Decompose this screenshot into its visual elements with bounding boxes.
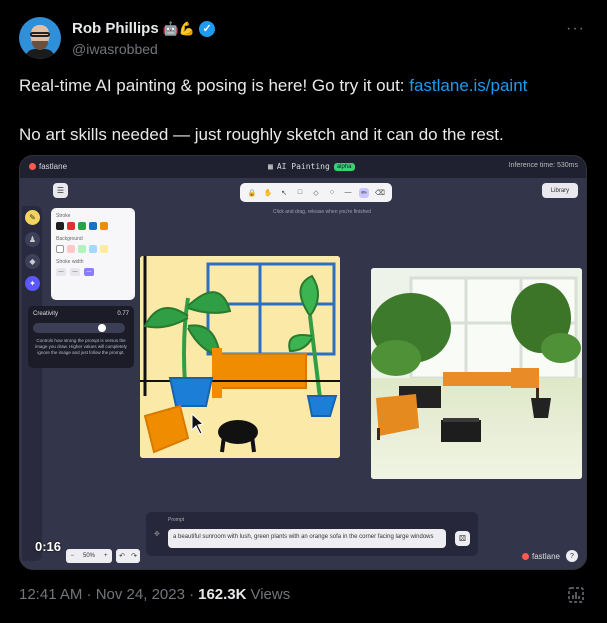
background-swatch[interactable] <box>67 245 75 253</box>
stroke-width-thick[interactable]: — <box>84 268 94 276</box>
stroke-swatch[interactable] <box>67 222 75 230</box>
creativity-slider[interactable] <box>33 323 125 333</box>
sketch-canvas[interactable] <box>140 256 340 458</box>
author-name-row: Rob Phillips 🤖💪 ✓ <box>72 20 216 37</box>
app-title: ▦ AI Painting alpha <box>268 162 355 171</box>
circle-icon[interactable]: ○ <box>327 188 337 198</box>
prompt-label: Prompt <box>168 517 185 523</box>
inference-time: Inference time: 530ms <box>508 162 578 169</box>
tweet-text-line1: Real-time AI painting & posing is here! … <box>19 76 527 96</box>
history-controls: ↶ ↷ <box>116 549 140 563</box>
background-swatch[interactable] <box>78 245 86 253</box>
creativity-slider-knob[interactable] <box>97 324 106 332</box>
zoom-in-button[interactable]: + <box>104 553 108 559</box>
brand-label: fastlane <box>531 552 560 561</box>
pose-tool-icon[interactable]: ♟ <box>25 232 40 247</box>
diamond-icon[interactable]: ◇ <box>311 188 321 198</box>
side-toolbar: ✎ ♟ ◆ ✦ <box>22 206 42 561</box>
tweet-footer: 12:41 AM · Nov 24, 2023 · 162.3K Views <box>19 586 290 603</box>
alpha-badge: alpha <box>333 162 355 171</box>
zoom-level: 50% <box>82 553 95 559</box>
drag-handle-icon[interactable]: ✥ <box>154 530 160 538</box>
more-options-icon[interactable]: ··· <box>566 20 585 38</box>
background-label: Background <box>56 236 83 242</box>
background-swatch[interactable] <box>56 245 64 253</box>
views-count: 162.3K <box>198 586 247 603</box>
brand-logo-icon <box>521 553 529 560</box>
analytics-icon[interactable] <box>567 586 585 604</box>
verified-badge-icon[interactable]: ✓ <box>199 20 216 37</box>
redo-icon[interactable]: ↷ <box>131 552 137 560</box>
logo-icon <box>29 163 36 170</box>
creativity-description: Controls how strong the prompt is versus… <box>35 338 127 355</box>
stroke-swatch[interactable] <box>89 222 97 230</box>
hand-icon[interactable]: ✋ <box>263 188 273 198</box>
zoom-controls: − 50% + <box>66 549 112 563</box>
sparkle-tool-icon[interactable]: ✦ <box>25 276 40 291</box>
library-button[interactable]: Library <box>542 183 578 198</box>
views-label: Views <box>250 586 291 603</box>
creativity-value: 0.77 <box>117 311 129 317</box>
avatar[interactable] <box>19 17 61 59</box>
app-title-text: AI Painting <box>276 162 330 171</box>
brush-tool-icon[interactable]: ✎ <box>25 210 40 225</box>
stroke-swatch[interactable] <box>78 222 86 230</box>
stroke-width-options: — — — <box>56 268 130 276</box>
author-emoji: 🤖💪 <box>162 20 196 36</box>
author-handle[interactable]: @iwasrobbed <box>72 41 158 57</box>
prompt-bar: Prompt ✥ a beautiful sunroom with lush, … <box>146 512 478 556</box>
tweet-text: Real-time AI painting & posing is here! … <box>19 76 410 95</box>
stroke-panel: Stroke Background Stroke width — — — <box>51 208 135 300</box>
background-swatch[interactable] <box>89 245 97 253</box>
fill-tool-icon[interactable]: ◆ <box>25 254 40 269</box>
draw-toolbar: 🔒 ✋ ↖ □ ◇ ○ — ✏ ⌫ <box>240 183 392 202</box>
rectangle-icon[interactable]: □ <box>295 188 305 198</box>
pencil-icon[interactable]: ✏ <box>359 187 369 198</box>
creativity-label: Creativity <box>33 311 59 317</box>
randomize-dice-icon[interactable]: ⚄ <box>455 531 470 546</box>
line-icon[interactable]: — <box>343 188 353 198</box>
stroke-swatch[interactable] <box>56 222 64 230</box>
help-button[interactable]: ? <box>566 550 578 562</box>
undo-icon[interactable]: ↶ <box>119 552 125 560</box>
app-header: fastlane ▦ AI Painting alpha Inference t… <box>20 156 586 178</box>
select-icon[interactable]: ↖ <box>279 188 289 198</box>
author-display-name[interactable]: Rob Phillips <box>72 20 159 37</box>
stroke-width-medium[interactable]: — <box>70 268 80 276</box>
generated-image <box>371 268 582 479</box>
background-swatches <box>56 245 130 253</box>
stroke-swatches <box>56 222 130 230</box>
canvas-hint: Click and drag, release when you're fini… <box>273 209 371 215</box>
menu-button[interactable]: ☰ <box>53 183 68 198</box>
stroke-swatch[interactable] <box>100 222 108 230</box>
tweet-link[interactable]: fastlane.is/paint <box>409 76 527 95</box>
palette-icon: ▦ <box>268 162 273 171</box>
video-timestamp: 0:16 <box>35 539 62 554</box>
stroke-width-label: Stroke width <box>56 259 84 265</box>
eraser-icon[interactable]: ⌫ <box>375 188 385 198</box>
tweet-text-line2: No art skills needed — just roughly sket… <box>19 125 504 144</box>
zoom-out-button[interactable]: − <box>70 553 74 559</box>
sketch-drawing <box>140 256 340 458</box>
app-logo: fastlane <box>29 162 67 171</box>
tweet-video[interactable]: fastlane ▦ AI Painting alpha Inference t… <box>19 155 587 570</box>
brand-footer: fastlane <box>521 552 560 561</box>
prompt-input[interactable]: a beautiful sunroom with lush, green pla… <box>168 529 446 548</box>
creativity-panel: Creativity 0.77 Controls how strong the … <box>28 306 134 368</box>
stroke-label: Stroke <box>56 213 71 219</box>
generated-room-image <box>371 268 582 479</box>
lock-icon[interactable]: 🔒 <box>247 188 257 198</box>
stroke-width-thin[interactable]: — <box>56 268 66 276</box>
tweet: Rob Phillips 🤖💪 ✓ @iwasrobbed ··· Real-t… <box>0 0 607 623</box>
app-logo-text: fastlane <box>39 162 68 171</box>
tweet-timestamp[interactable]: 12:41 AM · Nov 24, 2023 · <box>19 586 194 603</box>
background-swatch[interactable] <box>100 245 108 253</box>
library-label: Library <box>550 187 570 194</box>
